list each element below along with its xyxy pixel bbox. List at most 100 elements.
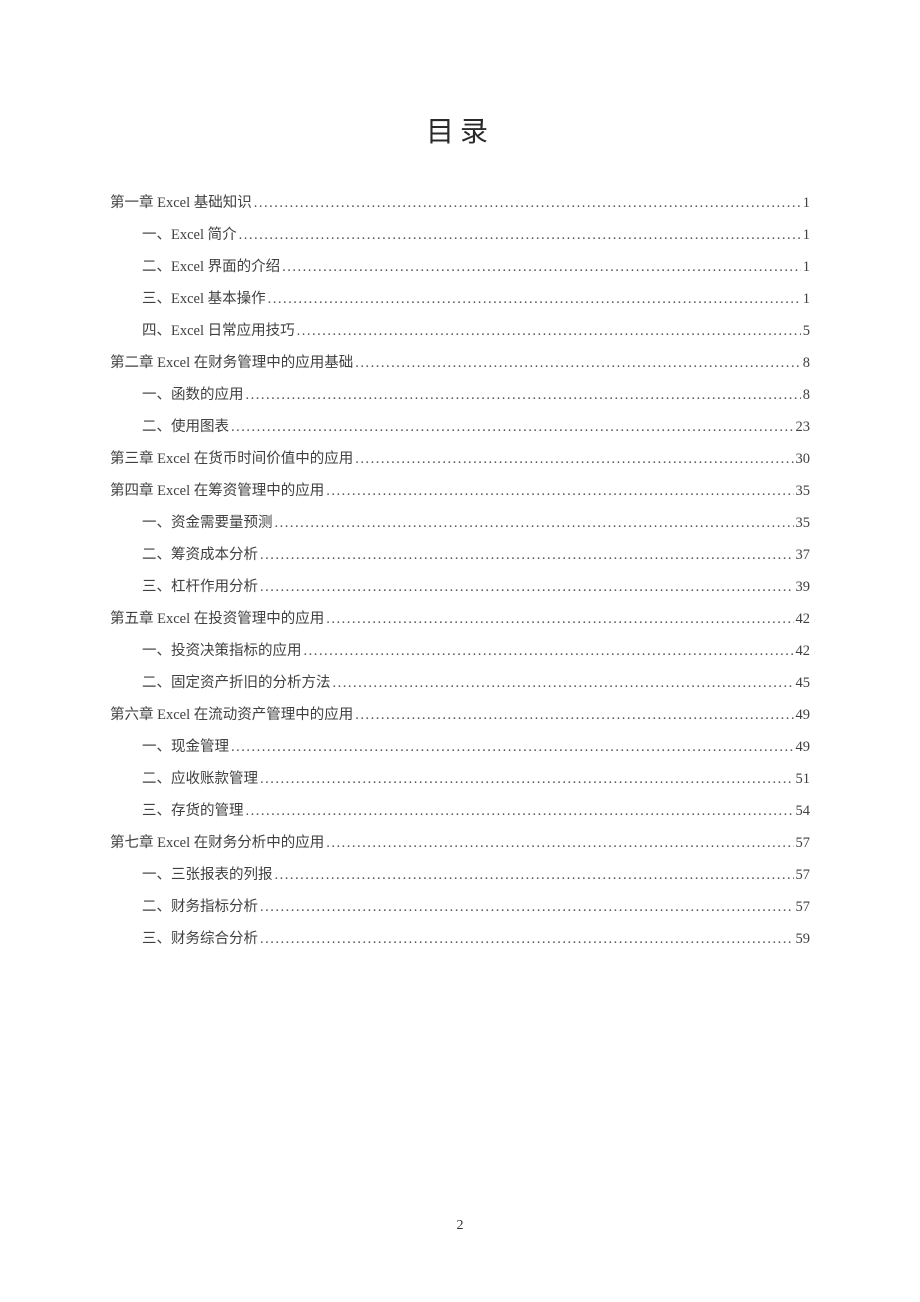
toc-entry: 第七章 Excel 在财务分析中的应用 57 [110,832,810,856]
toc-leader-dots [260,576,794,600]
toc-title: 目录 [110,110,810,150]
toc-entry: 二、财务指标分析 57 [110,896,810,920]
toc-entry: 二、使用图表 23 [110,416,810,440]
toc-entry-label: 二、Excel 界面的介绍 [142,256,280,280]
toc-entry-page: 49 [796,704,811,728]
toc-entry-label: 一、三张报表的列报 [142,864,273,888]
toc-entry-label: 二、应收账款管理 [142,768,258,792]
toc-entry-page: 42 [796,608,811,632]
toc-leader-dots [326,608,793,632]
toc-entry-label: 二、财务指标分析 [142,896,258,920]
toc-entry: 一、现金管理 49 [110,736,810,760]
toc-entry: 第三章 Excel 在货币时间价值中的应用 30 [110,448,810,472]
toc-entry-label: 第七章 Excel 在财务分析中的应用 [110,832,324,856]
toc-leader-dots [326,480,793,504]
toc-entry-label: 二、使用图表 [142,416,229,440]
toc-entry-page: 8 [803,352,810,376]
toc-leader-dots [355,448,793,472]
toc-entry: 第四章 Excel 在筹资管理中的应用 35 [110,480,810,504]
toc-entry-label: 二、固定资产折旧的分析方法 [142,672,331,696]
toc-leader-dots [333,672,794,696]
toc-entry-label: 第二章 Excel 在财务管理中的应用基础 [110,352,353,376]
toc-leader-dots [275,512,794,536]
toc-leader-dots [260,544,794,568]
toc-leader-dots [304,640,794,664]
toc-entry: 三、杠杆作用分析 39 [110,576,810,600]
toc-entry-page: 1 [803,224,810,248]
toc-entry: 第六章 Excel 在流动资产管理中的应用 49 [110,704,810,728]
toc-leader-dots [326,832,793,856]
toc-entry-label: 三、Excel 基本操作 [142,288,266,312]
toc-entry-label: 四、Excel 日常应用技巧 [142,320,295,344]
toc-entry-label: 一、Excel 简介 [142,224,237,248]
toc-entry-page: 51 [796,768,811,792]
table-of-contents: 第一章 Excel 基础知识 1 一、Excel 简介 1 二、Excel 界面的介绍 1… [110,192,810,952]
toc-entry-page: 35 [796,480,811,504]
toc-entry: 三、存货的管理 54 [110,800,810,824]
toc-entry-label: 三、存货的管理 [142,800,244,824]
toc-entry-page: 57 [796,896,811,920]
toc-entry-label: 第一章 Excel 基础知识 [110,192,252,216]
toc-leader-dots [355,352,800,376]
toc-entry: 二、应收账款管理 51 [110,768,810,792]
toc-entry: 三、Excel 基本操作 1 [110,288,810,312]
toc-entry: 第二章 Excel 在财务管理中的应用基础 8 [110,352,810,376]
toc-entry: 一、资金需要量预测 35 [110,512,810,536]
toc-entry-page: 57 [796,864,811,888]
toc-leader-dots [239,224,801,248]
toc-entry: 四、Excel 日常应用技巧 5 [110,320,810,344]
toc-entry-page: 49 [796,736,811,760]
toc-entry: 一、投资决策指标的应用 42 [110,640,810,664]
toc-entry-label: 一、函数的应用 [142,384,244,408]
toc-entry: 一、三张报表的列报 57 [110,864,810,888]
toc-leader-dots [246,384,801,408]
toc-entry-label: 一、现金管理 [142,736,229,760]
toc-leader-dots [254,192,801,216]
toc-entry-label: 第六章 Excel 在流动资产管理中的应用 [110,704,353,728]
toc-leader-dots [260,896,794,920]
toc-entry-page: 1 [803,256,810,280]
toc-entry-page: 5 [803,320,810,344]
toc-entry: 二、Excel 界面的介绍 1 [110,256,810,280]
toc-entry-label: 三、杠杆作用分析 [142,576,258,600]
toc-entry-page: 57 [796,832,811,856]
toc-entry-label: 第五章 Excel 在投资管理中的应用 [110,608,324,632]
toc-leader-dots [231,736,794,760]
toc-entry-label: 一、资金需要量预测 [142,512,273,536]
toc-leader-dots [355,704,793,728]
toc-entry-page: 23 [796,416,811,440]
toc-leader-dots [275,864,794,888]
toc-entry-label: 第四章 Excel 在筹资管理中的应用 [110,480,324,504]
toc-leader-dots [297,320,801,344]
page-content: 目录 第一章 Excel 基础知识1一、Excel 简介1二、Excel 界面的… [0,0,920,952]
page-number: 2 [0,1218,920,1234]
toc-entry-label: 第三章 Excel 在货币时间价值中的应用 [110,448,353,472]
toc-entry-page: 39 [796,576,811,600]
toc-entry: 第一章 Excel 基础知识 1 [110,192,810,216]
toc-leader-dots [268,288,801,312]
toc-entry: 三、财务综合分析 59 [110,928,810,952]
toc-leader-dots [260,928,794,952]
toc-leader-dots [246,800,794,824]
toc-entry: 二、固定资产折旧的分析方法 45 [110,672,810,696]
toc-entry-label: 三、财务综合分析 [142,928,258,952]
toc-leader-dots [260,768,794,792]
toc-entry-label: 二、筹资成本分析 [142,544,258,568]
toc-leader-dots [231,416,794,440]
toc-entry-label: 一、投资决策指标的应用 [142,640,302,664]
toc-entry-page: 8 [803,384,810,408]
toc-entry-page: 1 [803,192,810,216]
toc-entry-page: 59 [796,928,811,952]
toc-entry-page: 54 [796,800,811,824]
toc-entry: 第五章 Excel 在投资管理中的应用 42 [110,608,810,632]
toc-entry-page: 30 [796,448,811,472]
toc-entry: 二、筹资成本分析 37 [110,544,810,568]
toc-entry-page: 45 [796,672,811,696]
toc-leader-dots [282,256,801,280]
toc-entry: 一、Excel 简介 1 [110,224,810,248]
toc-entry-page: 35 [796,512,811,536]
toc-entry-page: 1 [803,288,810,312]
toc-entry-page: 42 [796,640,811,664]
toc-entry: 一、函数的应用 8 [110,384,810,408]
toc-entry-page: 37 [796,544,811,568]
